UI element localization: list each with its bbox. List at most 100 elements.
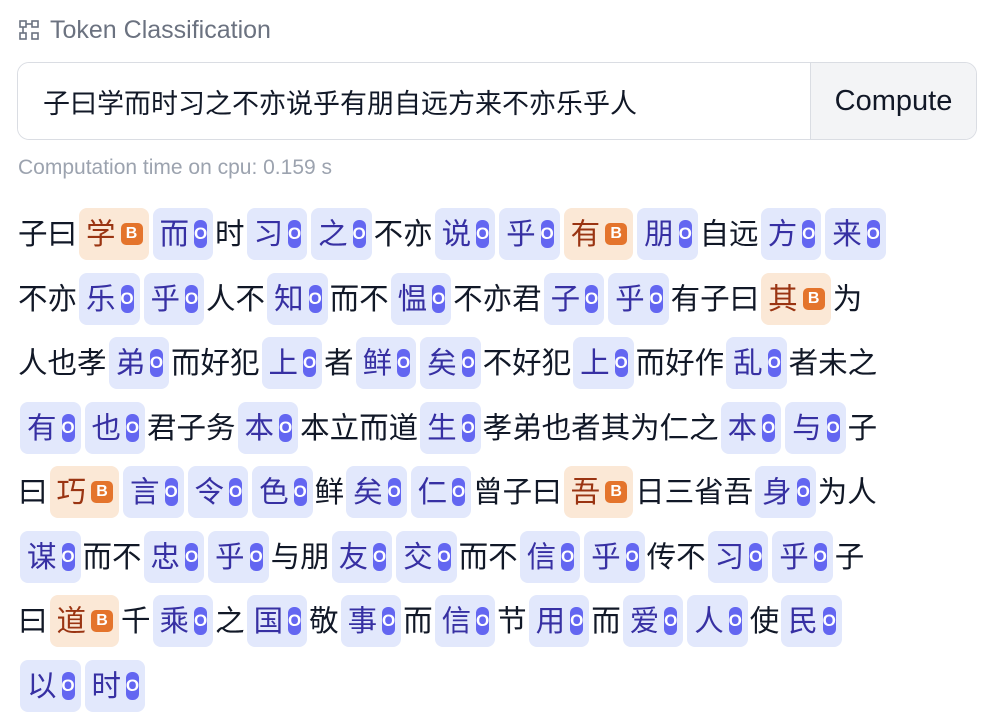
token-text: 民 <box>788 604 818 638</box>
token-o: 矣O <box>346 466 407 518</box>
token-text: 令 <box>194 475 225 509</box>
token-b: 其B <box>761 272 831 325</box>
token-o: 知O <box>267 272 328 325</box>
token-label-badge: O <box>194 607 207 635</box>
token-text: 身 <box>762 475 792 509</box>
token-o: 仁O <box>410 466 472 518</box>
plain-text: 子 <box>834 539 865 574</box>
token-label-badge: O <box>585 284 598 313</box>
token-line: 子曰学 B 而 O 时习 O 之 O 不亦说 O 乎 O 有 B 朋 O 自远方 O 来 O <box>18 208 983 273</box>
token-o: 言O <box>123 466 184 518</box>
plain-text: 本立而道 <box>300 410 419 445</box>
token-label-badge: B <box>802 287 825 310</box>
plain-text: 自远 <box>699 217 759 251</box>
token-text: 其 <box>768 281 798 316</box>
token-label-badge: O <box>867 220 880 248</box>
token-label-badge: O <box>461 413 475 442</box>
token-label-badge: O <box>432 284 445 313</box>
token-o: 乘O <box>152 595 214 647</box>
token-text: 言 <box>130 475 160 509</box>
token-text: 乎 <box>150 281 181 316</box>
token-label-badge: B <box>605 481 628 503</box>
token-label-badge: O <box>570 607 583 635</box>
token-o: 人O <box>687 595 748 647</box>
token-o: 本O <box>720 401 782 454</box>
token-text: 乎 <box>779 539 809 574</box>
token-label-badge: O <box>279 413 292 442</box>
text-input[interactable] <box>18 63 810 139</box>
header-title: Token Classification <box>50 15 271 44</box>
plain-text: 有子曰 <box>670 281 760 316</box>
token-text: 矣 <box>353 475 383 509</box>
token-text: 乎 <box>215 539 245 574</box>
token-o: 乎O <box>143 272 205 325</box>
token-o: 上O <box>573 337 634 389</box>
token-o: 身O <box>755 466 816 518</box>
token-text: 子 <box>550 281 581 316</box>
token-label-badge: O <box>382 607 395 635</box>
token-label-badge: O <box>823 607 836 635</box>
plain-text: 之 <box>215 604 245 638</box>
token-label-badge: O <box>749 542 762 571</box>
plain-text: 不亦君 <box>453 281 542 316</box>
plain-text: 而不 <box>458 539 518 574</box>
token-label-badge: O <box>288 220 301 248</box>
plain-text: 而不 <box>329 281 389 316</box>
token-o: 乎O <box>584 530 645 583</box>
token-label-badge: O <box>762 413 775 442</box>
token-text: 人 <box>694 604 724 638</box>
token-text: 用 <box>535 604 566 638</box>
token-label-badge: O <box>308 284 322 313</box>
token-o: 信O <box>434 595 496 647</box>
plain-text: 君子务 <box>147 410 236 445</box>
token-o: 色O <box>252 466 313 518</box>
token-label-badge: O <box>126 413 139 442</box>
token-line: 谋 O 而不忠 O 乎 O 与朋友 O 交 O 而不信 O 乎 O 传不习 O 乎 O 子 <box>18 530 983 596</box>
token-label-badge: O <box>293 478 307 506</box>
token-o: 来O <box>825 208 886 260</box>
compute-button[interactable]: Compute <box>810 63 976 139</box>
token-o: 国O <box>246 595 308 647</box>
token-line: 以O时O <box>18 659 983 725</box>
token-label-badge: O <box>541 220 554 248</box>
token-text: 而 <box>159 217 190 251</box>
plain-text: 使 <box>749 604 780 638</box>
token-o: 弟O <box>108 337 170 389</box>
token-o: 而O <box>152 208 214 260</box>
token-o: 乐O <box>79 272 140 325</box>
plain-text: 而好犯 <box>171 346 260 380</box>
token-text: 与 <box>792 410 822 445</box>
token-o: 上O <box>261 337 323 389</box>
token-text: 也 <box>91 410 122 445</box>
token-text: 吾 <box>570 475 601 509</box>
token-o: 也O <box>84 401 146 454</box>
token-text: 习 <box>714 539 745 574</box>
token-label-badge: O <box>388 478 401 506</box>
token-o: 乎O <box>499 208 560 260</box>
token-line: 曰巧 B 言 O 令 O 色 O 鲜矣 O 仁 O 曾子曰吾 B 日三省吾身 O 为人 <box>18 466 983 531</box>
computation-time: Computation time on cpu: 0.159 s <box>18 156 333 179</box>
token-text: 本 <box>727 410 758 445</box>
token-text: 朋 <box>644 217 674 251</box>
token-b: 道B <box>49 595 120 647</box>
token-label-badge: O <box>476 607 489 635</box>
token-label-badge: B <box>120 223 143 245</box>
token-text: 乱 <box>733 346 763 380</box>
token-b: 学B <box>79 208 149 260</box>
plain-text: 与朋 <box>270 539 330 574</box>
plain-text: 不亦 <box>373 217 433 251</box>
token-o: 乱O <box>726 337 787 389</box>
plain-text: 为 <box>832 281 863 316</box>
token-line: 人也孝弟 O 而好犯上 O 者鲜 O 矣 O 不好犯上 O 而好作乱 O 者未之 <box>18 337 983 402</box>
token-text: 色 <box>259 475 289 509</box>
token-classification-icon <box>19 20 39 40</box>
plain-text: 而 <box>591 604 621 638</box>
token-label-badge: O <box>438 542 451 571</box>
token-o: 乎O <box>608 272 669 325</box>
token-o: 以O <box>20 659 81 712</box>
plain-text: 而 <box>403 604 433 638</box>
token-label-badge: O <box>288 607 301 635</box>
token-output: 子曰学 B 而 O 时习 O 之 O 不亦说 O 乎 O 有 B 朋 O 自远方 O 来 O 不亦乐 O 乎 O 人不知 O 而不愠… <box>18 208 983 724</box>
token-text: 忠 <box>150 539 181 574</box>
token-o: 爱O <box>622 595 684 647</box>
